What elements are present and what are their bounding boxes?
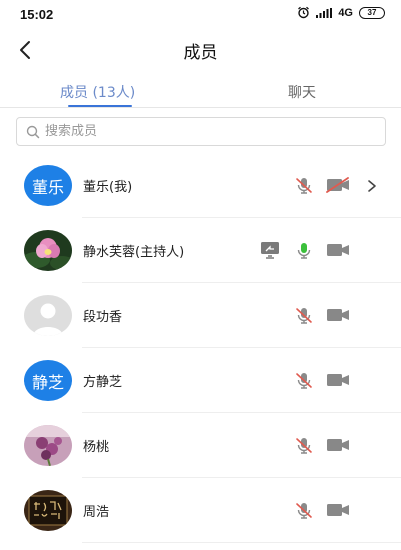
camera-icon[interactable] xyxy=(326,306,350,328)
avatar-image xyxy=(24,295,72,336)
mic-muted-icon[interactable] xyxy=(295,436,313,458)
mic-icon[interactable] xyxy=(295,241,313,263)
camera-icon[interactable] xyxy=(326,436,350,458)
search-icon xyxy=(26,125,40,139)
member-name: 杨桃 xyxy=(83,440,110,455)
member-name: 段功香 xyxy=(83,310,123,325)
alarm-icon xyxy=(298,6,310,19)
avatar: 静芝 xyxy=(24,360,72,401)
status-time: 15:02 xyxy=(20,7,54,22)
search-box xyxy=(16,117,386,146)
mic-muted-icon[interactable] xyxy=(295,501,313,523)
status-bar: 15:02 4G 37 xyxy=(0,0,401,28)
tab-members[interactable]: 成员 (13人) xyxy=(60,82,135,102)
member-name: 静水芙蓉(主持人) xyxy=(83,245,185,260)
camera-icon[interactable] xyxy=(326,501,350,523)
active-tab-indicator xyxy=(68,105,132,107)
status-icons: 4G 37 xyxy=(297,6,385,19)
member-row[interactable]: 段功香 xyxy=(0,283,401,348)
screen-share-icon[interactable] xyxy=(260,241,280,263)
camera-icon[interactable] xyxy=(326,371,350,393)
search-input[interactable] xyxy=(45,120,375,143)
signal-icon xyxy=(316,7,333,18)
page-title: 成员 xyxy=(183,43,218,63)
battery-icon: 37 xyxy=(359,6,385,19)
camera-off-icon[interactable] xyxy=(326,176,350,198)
camera-icon[interactable] xyxy=(326,241,350,263)
mic-muted-icon[interactable] xyxy=(295,176,313,198)
member-name: 方静芝 xyxy=(83,375,123,390)
avatar-image xyxy=(24,230,72,271)
mic-muted-icon[interactable] xyxy=(295,371,313,393)
member-row[interactable]: 周浩 xyxy=(0,478,401,543)
tab-chat[interactable]: 聊天 xyxy=(288,82,316,102)
mic-muted-icon[interactable] xyxy=(295,306,313,328)
header: 成员 xyxy=(0,30,401,70)
member-row[interactable]: 静芝 方静芝 xyxy=(0,348,401,413)
row-divider xyxy=(82,542,401,543)
avatar: 董乐 xyxy=(24,165,72,206)
network-type: 4G xyxy=(338,6,353,19)
battery-level: 37 xyxy=(367,8,377,17)
chevron-right-icon[interactable] xyxy=(366,178,378,197)
member-row[interactable]: 杨桃 xyxy=(0,413,401,478)
avatar-image xyxy=(24,425,72,466)
member-row[interactable]: 董乐 董乐(我) xyxy=(0,153,401,218)
tab-bar: 成员 (13人) 聊天 xyxy=(0,76,401,108)
avatar-image xyxy=(24,490,72,531)
member-list: 董乐 董乐(我) 静水芙蓉(主持人) 段功香静芝 方静芝杨桃周浩 xyxy=(0,153,401,543)
member-row[interactable]: 静水芙蓉(主持人) xyxy=(0,218,401,283)
member-name: 周浩 xyxy=(83,505,110,520)
member-name: 董乐(我) xyxy=(83,180,133,195)
